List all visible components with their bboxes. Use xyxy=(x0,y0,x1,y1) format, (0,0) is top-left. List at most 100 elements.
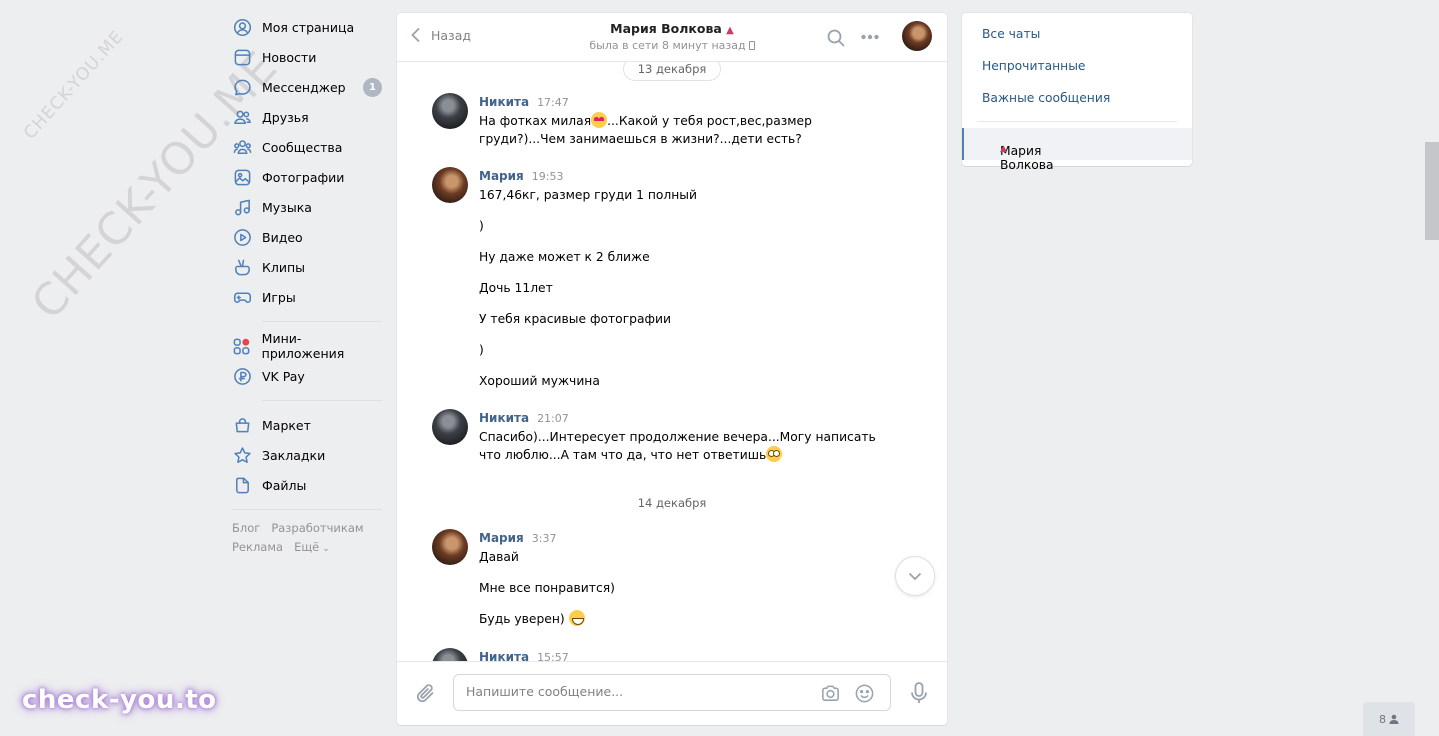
nav-music[interactable]: Музыка xyxy=(232,192,382,222)
avatar[interactable] xyxy=(432,529,468,565)
nav-label: Мини-приложения xyxy=(261,331,345,361)
nav-news[interactable]: Новости xyxy=(232,42,382,72)
grinning-emoji-icon xyxy=(568,610,585,626)
message-time[interactable]: 19:53 xyxy=(532,170,564,183)
flushed-emoji-icon xyxy=(766,446,783,462)
watermark-bottom: check-you.to xyxy=(22,685,217,715)
message-author[interactable]: Никита xyxy=(479,411,529,425)
filter-all-chats[interactable]: Все чаты xyxy=(982,27,1040,41)
message-author[interactable]: Никита xyxy=(479,650,529,661)
market-icon xyxy=(232,415,252,435)
santa-hat-icon: ▲ xyxy=(1000,144,1007,154)
nav-vk-pay[interactable]: VK Pay xyxy=(232,361,382,391)
message-text: У тебя красивые фотографии xyxy=(479,312,671,326)
footer-more-label: Ещё xyxy=(294,540,320,554)
active-chat-item[interactable]: Мария Волкова ▲ xyxy=(962,128,1192,172)
message-text: ) xyxy=(479,219,484,233)
peer-status: была в сети 8 минут назад xyxy=(589,39,746,52)
chat-filter-panel: Все чаты Непрочитанные Важные сообщения … xyxy=(962,13,1192,172)
nav-photos[interactable]: Фотографии xyxy=(232,162,382,192)
more-button[interactable] xyxy=(860,27,880,51)
message-time[interactable]: 21:07 xyxy=(537,412,569,425)
message-text: Будь уверен) xyxy=(479,612,569,626)
nav-mini-apps[interactable]: Мини-приложения xyxy=(232,331,382,361)
message-time[interactable]: 3:37 xyxy=(532,532,557,545)
nav-video[interactable]: Видео xyxy=(232,222,382,252)
voice-message-button[interactable] xyxy=(909,681,929,709)
message-text: Дочь 11лет xyxy=(479,281,553,295)
footer-link-developers[interactable]: Разработчикам xyxy=(271,521,363,535)
filter-important[interactable]: Важные сообщения xyxy=(982,91,1110,105)
message-input-box[interactable] xyxy=(453,674,891,711)
news-icon xyxy=(232,47,252,67)
nav-communities[interactable]: Сообщества xyxy=(232,132,382,162)
message-input[interactable] xyxy=(466,684,806,699)
heart-eyes-emoji-icon xyxy=(591,112,608,128)
nav-footer: Блог Разработчикам Реклама Ещё ⌄ xyxy=(232,519,382,559)
chat-header: Назад Мария Волкова ▲ была в сети 8 мину… xyxy=(397,13,947,62)
friends-icon xyxy=(232,107,252,127)
message-author[interactable]: Никита xyxy=(479,95,529,109)
scroll-to-bottom-button[interactable] xyxy=(895,556,935,596)
files-icon xyxy=(232,475,252,495)
message-time[interactable]: 17:47 xyxy=(537,96,569,109)
avatar[interactable] xyxy=(432,648,468,661)
attach-button[interactable] xyxy=(415,682,437,708)
nav-label: Новости xyxy=(262,49,317,65)
message-text: Спасибо)...Интересует продолжение вечера… xyxy=(479,430,876,444)
nav-label: VK Pay xyxy=(262,368,305,384)
nav-files[interactable]: Файлы xyxy=(232,470,382,500)
online-friends-button[interactable]: 8 xyxy=(1363,702,1415,736)
message-text: груди?)...Чем занимаешься в жизни?...дет… xyxy=(479,132,802,146)
chat-panel: Назад Мария Волкова ▲ была в сети 8 мину… xyxy=(397,13,947,725)
nav-label: Видео xyxy=(262,229,303,245)
nav-friends[interactable]: Друзья xyxy=(232,102,382,132)
message-text: Хороший мужчина xyxy=(479,374,600,388)
message-text: ...Какой у тебя рост,вес,размер xyxy=(607,114,812,128)
nav-label: Друзья xyxy=(262,109,309,125)
nav-games[interactable]: Игры xyxy=(232,282,382,312)
message-author[interactable]: Мария xyxy=(479,169,524,183)
emoji-button[interactable] xyxy=(854,683,875,708)
message-text: Давай xyxy=(479,550,519,564)
peer-name: Мария Волкова xyxy=(610,21,722,36)
unread-badge: 1 xyxy=(363,78,382,97)
mobile-icon xyxy=(748,41,755,50)
communities-icon xyxy=(232,137,252,157)
nav-my-page[interactable]: Моя страница xyxy=(232,12,382,42)
message-composer xyxy=(397,661,947,725)
video-icon xyxy=(232,227,252,247)
nav-market[interactable]: Маркет xyxy=(232,410,382,440)
filter-unread[interactable]: Непрочитанные xyxy=(982,59,1086,73)
nav-label: Музыка xyxy=(262,199,312,215)
message-time[interactable]: 15:57 xyxy=(537,651,569,661)
nav-messenger[interactable]: Мессенджер 1 xyxy=(232,72,382,102)
peer-avatar[interactable] xyxy=(902,21,932,51)
camera-button[interactable] xyxy=(820,683,841,708)
footer-link-ads[interactable]: Реклама xyxy=(232,540,283,554)
chevron-down-icon xyxy=(908,572,922,580)
page-scrollbar[interactable] xyxy=(1425,142,1439,240)
search-button[interactable] xyxy=(826,28,846,52)
message-text: Мне все понравится) xyxy=(479,581,615,595)
nav-clips[interactable]: Клипы xyxy=(232,252,382,282)
panel-divider xyxy=(977,121,1177,122)
bookmarks-icon xyxy=(232,445,252,465)
avatar[interactable] xyxy=(432,167,468,203)
footer-link-blog[interactable]: Блог xyxy=(232,521,260,535)
message-text: Ну даже может к 2 ближе xyxy=(479,250,650,264)
paperclip-icon xyxy=(416,684,434,703)
nav-divider xyxy=(232,509,382,510)
nav-label: Маркет xyxy=(262,417,311,433)
message-history[interactable]: 13 декабря Никита 17:47 На фотках милая..… xyxy=(397,62,947,661)
nav-label: Файлы xyxy=(262,477,307,493)
nav-bookmarks[interactable]: Закладки xyxy=(232,440,382,470)
more-dots-icon xyxy=(861,34,879,40)
clips-icon xyxy=(232,257,252,277)
avatar[interactable] xyxy=(432,409,468,445)
games-icon xyxy=(232,287,252,307)
message-author[interactable]: Мария xyxy=(479,531,524,545)
avatar[interactable] xyxy=(432,93,468,129)
footer-link-more[interactable]: Ещё ⌄ xyxy=(294,540,341,554)
date-label: 14 декабря xyxy=(637,496,707,510)
